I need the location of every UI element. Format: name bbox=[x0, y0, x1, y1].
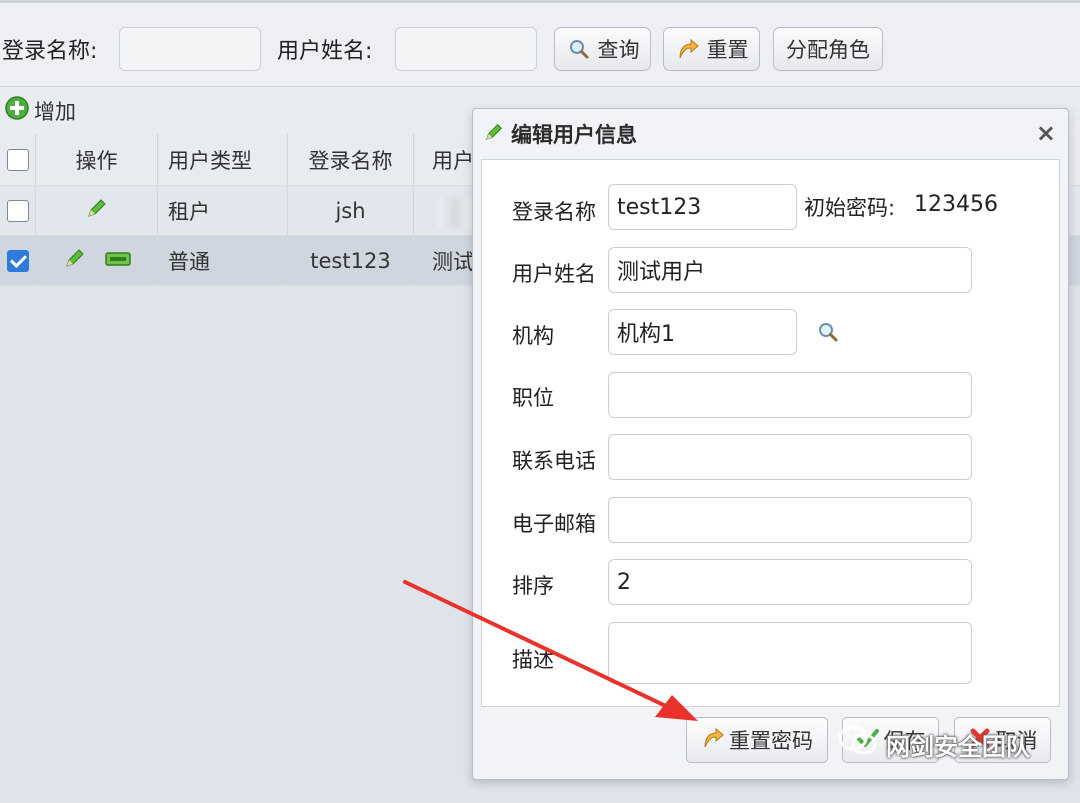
edit-pencil-icon bbox=[483, 121, 505, 148]
desc-field-label: 描述 bbox=[512, 648, 554, 672]
user-name-label: 用户姓名: bbox=[277, 39, 373, 64]
position-field-label: 职位 bbox=[512, 386, 554, 410]
reset-arrow-icon bbox=[675, 36, 701, 62]
login-name-cell: test123 bbox=[288, 236, 414, 285]
close-icon[interactable]: × bbox=[1036, 119, 1056, 147]
desc-field[interactable] bbox=[608, 622, 972, 684]
header-login-name: 登录名称 bbox=[288, 134, 414, 185]
email-field-label: 电子邮箱 bbox=[512, 512, 596, 536]
login-name-cell: jsh bbox=[288, 186, 414, 235]
blurred-cell bbox=[438, 198, 472, 228]
edit-pencil-icon[interactable] bbox=[85, 196, 109, 225]
watermark: 网剑安全团队 bbox=[838, 724, 1030, 764]
edit-pencil-icon[interactable] bbox=[63, 246, 87, 275]
sort-field[interactable]: 2 bbox=[608, 559, 972, 605]
email-field[interactable] bbox=[608, 497, 972, 543]
phone-field[interactable] bbox=[608, 434, 972, 480]
add-button[interactable]: 增加 bbox=[4, 95, 76, 126]
org-field[interactable]: 机构1 bbox=[608, 309, 797, 355]
row-checkbox[interactable] bbox=[0, 236, 36, 285]
reset-arrow-icon bbox=[701, 726, 725, 755]
org-field-label: 机构 bbox=[512, 324, 554, 348]
search-bar: 登录名称: 用户姓名: 查询 重置 分配角色 bbox=[0, 0, 1080, 86]
dialog-form: 登录名称 test123 初始密码: 123456 用户姓名 测试用户 机构 机… bbox=[481, 159, 1060, 707]
header-user-type: 用户类型 bbox=[158, 134, 288, 185]
wechat-icon bbox=[838, 724, 878, 764]
user-name-field-label: 用户姓名 bbox=[512, 262, 596, 286]
query-button[interactable]: 查询 bbox=[554, 27, 651, 71]
magnifier-icon[interactable] bbox=[816, 320, 840, 348]
user-name-search-input[interactable] bbox=[395, 27, 537, 71]
login-name-search-input[interactable] bbox=[119, 27, 261, 71]
login-name-field[interactable]: test123 bbox=[608, 184, 797, 230]
add-plus-icon bbox=[4, 95, 30, 126]
user-name-field[interactable]: 测试用户 bbox=[608, 247, 972, 293]
phone-field-label: 联系电话 bbox=[512, 449, 596, 473]
edit-user-dialog: 编辑用户信息 × 登录名称 test123 初始密码: 123456 用户姓名 … bbox=[472, 108, 1069, 780]
sort-field-label: 排序 bbox=[512, 574, 554, 598]
init-password-value: 123456 bbox=[914, 192, 998, 217]
dialog-title: 编辑用户信息 bbox=[511, 123, 637, 147]
user-type-cell: 普通 bbox=[158, 236, 288, 285]
bar-icon[interactable] bbox=[104, 249, 131, 273]
assign-role-button[interactable]: 分配角色 bbox=[773, 27, 883, 71]
login-name-label: 登录名称: bbox=[2, 39, 98, 64]
header-ops: 操作 bbox=[36, 134, 158, 185]
user-type-cell: 租户 bbox=[158, 186, 288, 235]
init-password-label: 初始密码: bbox=[804, 196, 896, 220]
user-name-cell: 测试 bbox=[432, 249, 474, 274]
reset-button[interactable]: 重置 bbox=[663, 27, 760, 71]
row-checkbox[interactable] bbox=[0, 186, 36, 235]
reset-password-button[interactable]: 重置密码 bbox=[686, 717, 828, 763]
search-icon bbox=[566, 36, 592, 62]
select-all-checkbox[interactable] bbox=[0, 134, 36, 185]
login-name-field-label: 登录名称 bbox=[512, 200, 596, 224]
position-field[interactable] bbox=[608, 372, 972, 418]
